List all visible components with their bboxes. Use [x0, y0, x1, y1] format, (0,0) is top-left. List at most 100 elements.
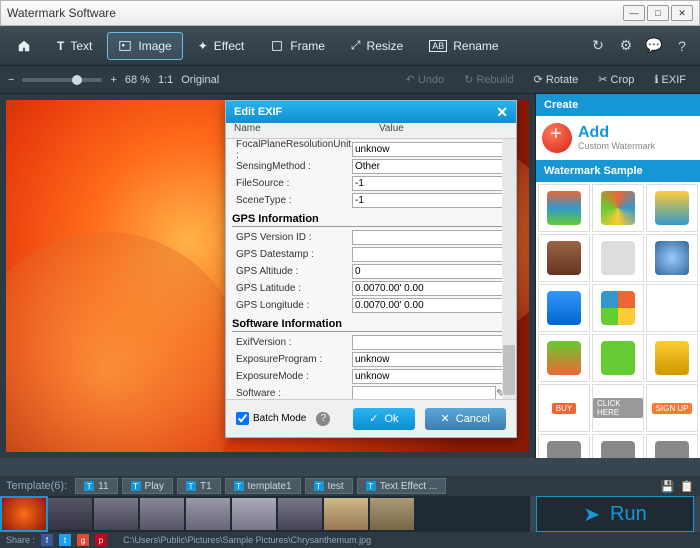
sample-tag-green[interactable]	[538, 334, 590, 382]
run-icon: ➤	[583, 502, 600, 527]
close-button[interactable]: ✕	[671, 5, 693, 21]
minimize-button[interactable]: —	[623, 5, 645, 21]
exif-value-input[interactable]	[352, 369, 510, 384]
frame-button[interactable]: Frame	[259, 32, 336, 60]
template-chip[interactable]: TText Effect ...	[357, 478, 447, 494]
exif-value-input[interactable]	[352, 281, 510, 296]
sample-roll[interactable]	[646, 434, 698, 458]
sample-pie-3d[interactable]	[538, 184, 590, 232]
settings-button[interactable]: ⚙	[614, 34, 638, 58]
dialog-close-button[interactable]: ✕	[496, 104, 508, 121]
exif-label: ExposureMode :	[232, 371, 352, 382]
sample-click[interactable]: CLICK HERE	[592, 384, 644, 432]
crop-button[interactable]: ✂ Crop	[592, 73, 640, 86]
thumbnail[interactable]	[186, 498, 230, 530]
exif-value-input[interactable]	[352, 298, 510, 313]
twitter-icon[interactable]: t	[59, 534, 71, 546]
feedback-button[interactable]: 💬	[642, 34, 666, 58]
sample-cart[interactable]	[592, 234, 644, 282]
effect-button[interactable]: ✦Effect	[187, 32, 256, 60]
sample-pie-flat[interactable]	[592, 184, 644, 232]
exif-value-input[interactable]	[352, 264, 510, 279]
sample-tag-blue[interactable]	[538, 284, 590, 332]
thumbnail[interactable]	[2, 498, 46, 530]
sample-globe[interactable]	[646, 234, 698, 282]
thumbnail[interactable]	[232, 498, 276, 530]
sample-camera[interactable]	[538, 434, 590, 458]
undo-button[interactable]: ↶ Undo	[400, 73, 451, 86]
thumbnail[interactable]	[94, 498, 138, 530]
resize-button[interactable]: ⤢Resize	[340, 32, 414, 60]
thumbnail[interactable]	[48, 498, 92, 530]
exif-row: ExifVersion :	[232, 334, 510, 351]
template-manage-button[interactable]: 📋	[680, 480, 694, 493]
rebuild-button[interactable]: ↻ Rebuild	[458, 73, 520, 86]
add-watermark-button[interactable]: AddCustom Watermark	[536, 116, 700, 160]
exif-value-input[interactable]	[352, 335, 510, 350]
create-header: Create	[536, 94, 700, 116]
zoom-out-button[interactable]: −	[8, 74, 14, 86]
template-chip[interactable]: Ttest	[305, 478, 353, 494]
sample-pie-quarter[interactable]	[592, 284, 644, 332]
exif-label: SceneType :	[232, 195, 352, 206]
zoom-original[interactable]: Original	[181, 74, 219, 86]
sample-signup[interactable]: SIGN UP	[646, 384, 698, 432]
sample-envelope[interactable]	[646, 284, 698, 332]
exif-row: ExposureMode :	[232, 368, 510, 385]
ok-button[interactable]: ✓ Ok	[353, 408, 414, 430]
dialog-scrollbar[interactable]	[502, 139, 516, 399]
refresh-button[interactable]: ↻	[586, 34, 610, 58]
facebook-icon[interactable]: f	[41, 534, 53, 546]
zoom-slider[interactable]	[22, 78, 102, 82]
template-chip[interactable]: TT1	[177, 478, 221, 494]
zoom-thumb[interactable]	[72, 75, 82, 85]
zoom-in-button[interactable]: +	[110, 74, 116, 86]
exif-label: GPS Latitude :	[232, 283, 352, 294]
exif-value-input[interactable]	[352, 247, 510, 262]
sample-recycle[interactable]	[592, 434, 644, 458]
thumbnail[interactable]	[324, 498, 368, 530]
rename-button[interactable]: ABRename	[418, 32, 509, 60]
rotate-button[interactable]: ⟳ Rotate	[528, 73, 585, 86]
text-button[interactable]: TText	[46, 32, 103, 60]
batch-mode-checkbox[interactable]: Batch Mode	[236, 412, 306, 425]
pinterest-icon[interactable]: p	[95, 534, 107, 546]
sample-basket[interactable]	[592, 334, 644, 382]
template-chip[interactable]: T11	[75, 478, 117, 494]
template-save-button[interactable]: 💾	[661, 480, 675, 493]
maximize-button[interactable]: □	[647, 5, 669, 21]
add-icon	[542, 123, 572, 153]
exif-value-input[interactable]	[352, 386, 496, 399]
help-icon[interactable]: ?	[316, 412, 330, 426]
gplus-icon[interactable]: g	[77, 534, 89, 546]
sample-servers[interactable]	[538, 234, 590, 282]
thumbnail[interactable]	[370, 498, 414, 530]
exif-value-input[interactable]	[352, 352, 510, 367]
thumbnail[interactable]	[278, 498, 322, 530]
sample-coin-stack[interactable]	[646, 334, 698, 382]
sample-grid: BUYCLICK HERESIGN UP	[536, 182, 700, 458]
template-chip[interactable]: TPlay	[122, 478, 173, 494]
exif-value-input[interactable]	[352, 142, 510, 157]
exif-label: FocalPlaneResolutionUnit :	[232, 139, 352, 161]
exif-value-input[interactable]	[352, 159, 510, 174]
zoom-ratio[interactable]: 1:1	[158, 74, 173, 86]
thumbnail[interactable]	[140, 498, 184, 530]
exif-row: GPS Longitude :	[232, 297, 510, 314]
help-button[interactable]: ?	[670, 34, 694, 58]
image-button[interactable]: Image	[107, 32, 182, 60]
dialog-titlebar[interactable]: Edit EXIF ✕	[226, 101, 516, 123]
exif-value-input[interactable]	[352, 176, 510, 191]
exif-button[interactable]: ℹ EXIF	[648, 73, 692, 86]
rename-icon: AB	[429, 40, 447, 52]
cancel-button[interactable]: ✕ Cancel	[425, 408, 506, 430]
home-button[interactable]	[6, 32, 42, 60]
scrollbar-thumb[interactable]	[503, 345, 515, 395]
template-chip[interactable]: Ttemplate1	[225, 478, 301, 494]
run-button[interactable]: ➤ Run	[536, 496, 694, 532]
exif-value-input[interactable]	[352, 193, 510, 208]
edit-exif-dialog: Edit EXIF ✕ Name Value FocalPlaneResolut…	[225, 100, 517, 438]
sample-tags[interactable]	[646, 184, 698, 232]
sample-buy[interactable]: BUY	[538, 384, 590, 432]
exif-value-input[interactable]	[352, 230, 510, 245]
